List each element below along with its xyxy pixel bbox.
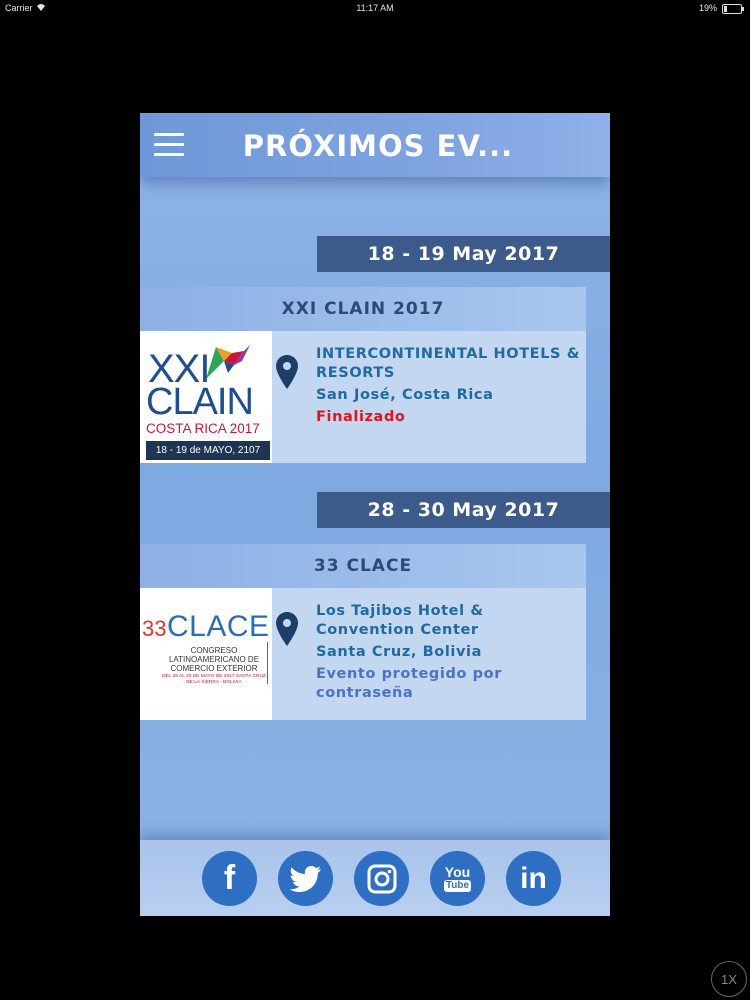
event-city: San José, Costa Rica	[316, 387, 494, 403]
instagram-icon[interactable]	[354, 851, 409, 906]
twitter-icon[interactable]	[278, 851, 333, 906]
battery-percent: 19%	[698, 3, 717, 13]
event-title[interactable]: 33 CLACE	[140, 544, 586, 588]
twitter-bird-icon	[289, 865, 321, 892]
social-footer: f You Tube in	[140, 840, 610, 916]
status-time: 11:17 AM	[356, 3, 394, 13]
facebook-icon[interactable]: f	[202, 851, 257, 906]
event-card[interactable]: 33 CLACE CONGRESO LATINOAMERICANO DE COM…	[140, 588, 586, 720]
logo-detail: DEL 28 AL 30 DE MAYO DE 2017 SANTA CRUZ …	[162, 674, 266, 685]
event-venue: INTERCONTINENTAL HOTELS & RESORTS	[316, 346, 580, 381]
hummingbird-icon	[206, 345, 250, 379]
status-bar: Carrier 11:17 AM 19%	[0, 0, 750, 16]
linkedin-icon[interactable]: in	[506, 851, 561, 906]
linkedin-glyph: in	[520, 861, 547, 895]
event-info: Los Tajibos Hotel & Convention Center Sa…	[316, 602, 581, 703]
date-banner: 28 - 30 May 2017	[317, 492, 610, 528]
youtube-glyph-bottom: Tube	[443, 880, 472, 892]
battery-icon	[722, 4, 744, 14]
logo-subtitle: CONGRESO LATINOAMERICANO DE COMERCIO EXT…	[168, 646, 260, 673]
event-city: Santa Cruz, Bolivia	[316, 644, 482, 660]
logo-divider	[267, 642, 268, 684]
location-pin-icon	[276, 612, 298, 646]
youtube-glyph-top: You	[444, 864, 471, 880]
facebook-glyph: f	[223, 859, 236, 897]
logo-text: CLACE	[167, 610, 270, 643]
event-card[interactable]: XXI CLAIN COSTA RICA 2017 18 - 19 de MAY…	[140, 331, 586, 463]
event-status: Evento protegido por contraseña	[316, 666, 502, 701]
event-logo: XXI CLAIN COSTA RICA 2017 18 - 19 de MAY…	[140, 331, 272, 463]
youtube-icon[interactable]: You Tube	[430, 851, 485, 906]
date-banner: 18 - 19 May 2017	[317, 236, 610, 272]
logo-text: 33	[142, 616, 167, 641]
event-info: INTERCONTINENTAL HOTELS & RESORTS San Jo…	[316, 345, 581, 427]
logo-text: COSTA RICA 2017	[146, 421, 260, 436]
logo-text: CLAIN	[146, 381, 254, 423]
location-pin-icon	[276, 355, 298, 389]
event-status: Finalizado	[316, 409, 406, 425]
battery-fill	[724, 6, 727, 12]
event-title[interactable]: XXI CLAIN 2017	[140, 287, 586, 331]
event-logo: 33 CLACE CONGRESO LATINOAMERICANO DE COM…	[140, 588, 272, 720]
app-header: PRÓXIMOS EV...	[140, 113, 610, 177]
event-venue: Los Tajibos Hotel & Convention Center	[316, 603, 484, 638]
zoom-button[interactable]: 1X	[711, 961, 747, 997]
logo-dates: 18 - 19 de MAYO, 2107	[146, 441, 270, 460]
instagram-camera-icon	[367, 864, 396, 893]
app-window: PRÓXIMOS EV... 18 - 19 May 2017 XXI CLAI…	[140, 113, 610, 916]
page-title: PRÓXIMOS EV...	[242, 129, 514, 163]
